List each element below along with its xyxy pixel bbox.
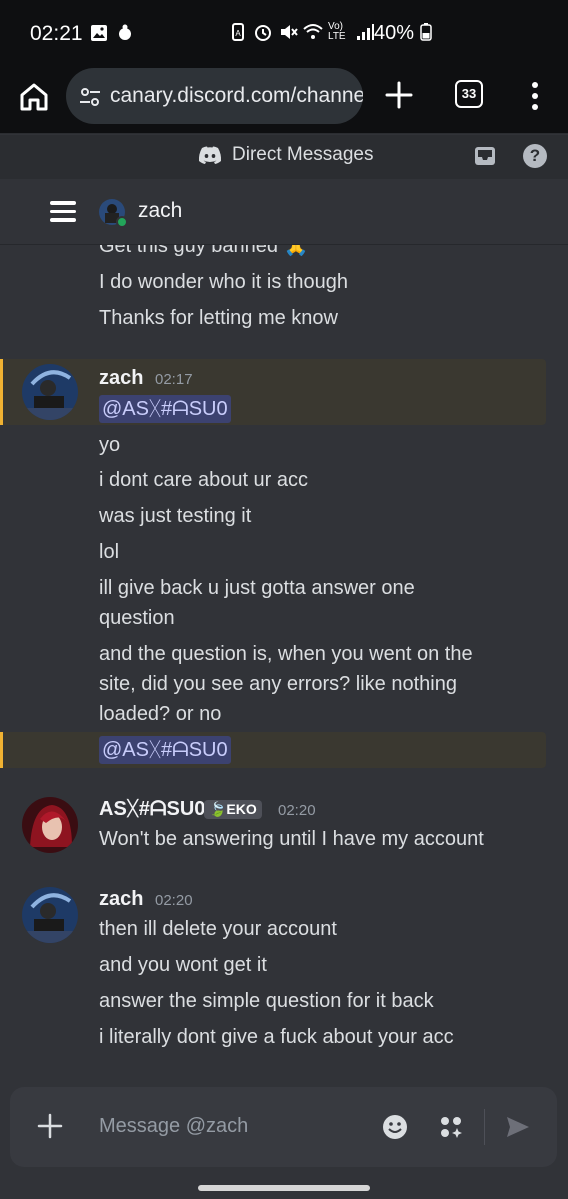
message-line: loaded? or no [99, 703, 222, 725]
battery-icon [419, 23, 432, 41]
system-icons: A Vo) LTE [228, 22, 375, 42]
signal-icon [357, 24, 374, 40]
channel-header: zach [0, 179, 568, 245]
message-line: then ill delete your account [99, 918, 337, 940]
message-line: and the question is, when you went on th… [99, 643, 473, 665]
status-bar: 02:21 A Vo) LTE 40% [0, 0, 568, 66]
message-list[interactable]: Get this guy banned 🙏 I do wonder who it… [0, 245, 568, 1085]
message-line: i dont care about ur acc [99, 469, 309, 491]
dm-title-text: Direct Messages [232, 144, 374, 165]
send-icon[interactable] [505, 1114, 531, 1140]
site-settings-icon[interactable] [78, 85, 102, 109]
channel-avatar [99, 199, 128, 228]
avatar[interactable] [22, 364, 78, 420]
message-line: Won't be answering until I have my accou… [99, 828, 484, 850]
server-tag-badge[interactable]: 🍃EKO [204, 800, 262, 819]
message-author[interactable]: ASᚷ#ᗩSU0 [99, 798, 205, 821]
message-line: site, did you see any errors? like nothi… [99, 673, 457, 695]
message-timestamp: 02:20 [278, 802, 316, 819]
battery-percent: 40% [374, 22, 432, 45]
message-line: I do wonder who it is though [99, 271, 349, 293]
mention-indicator [0, 359, 3, 425]
add-attachment-icon[interactable] [37, 1113, 63, 1139]
message-line: Get this guy banned 🙏 [99, 245, 309, 257]
mention-indicator [0, 732, 3, 768]
message-line: lol [99, 541, 120, 563]
message-line: Thanks for letting me know [99, 307, 338, 329]
tab-switcher-button[interactable]: 33 [455, 80, 483, 108]
message-line: was just testing it [99, 505, 252, 527]
message-author[interactable]: zach [99, 888, 143, 911]
message-author[interactable]: zach [99, 367, 143, 390]
message-composer: Message @zach [10, 1087, 557, 1167]
avatar[interactable] [22, 887, 78, 943]
message-timestamp: 02:20 [155, 892, 193, 909]
message-line: i literally dont give a fuck about your … [99, 1026, 454, 1048]
help-icon[interactable]: ? [523, 144, 547, 168]
discord-top-bar: Direct Messages ? [0, 135, 568, 179]
svg-text:A: A [235, 29, 241, 38]
apps-icon[interactable] [438, 1114, 464, 1140]
new-tab-icon[interactable] [384, 80, 414, 110]
inbox-icon[interactable] [473, 144, 497, 168]
notification-icons [89, 23, 135, 43]
emoji-icon[interactable] [382, 1114, 408, 1140]
dm-title: Direct Messages [198, 144, 374, 166]
mention-highlight [0, 359, 546, 425]
mute-icon [281, 25, 298, 39]
discord-logo-icon [198, 146, 222, 164]
message-input[interactable]: Message @zach [99, 1115, 248, 1138]
message-line: and you wont get it [99, 954, 267, 976]
home-icon[interactable] [18, 81, 50, 113]
channel-name: zach [138, 199, 183, 222]
message-line: ill give back u just gotta answer one [99, 577, 415, 599]
user-mention[interactable]: @ASᚷ#ᗩSU0 [99, 395, 231, 423]
message-timestamp: 02:17 [155, 371, 193, 388]
gallery-icon [91, 25, 107, 41]
browser-toolbar: canary.discord.com/channe 33 [0, 66, 568, 134]
app-notification-icon [119, 24, 131, 40]
more-options-icon[interactable] [524, 80, 546, 112]
battery-saver-icon: A [232, 23, 244, 41]
address-bar[interactable]: canary.discord.com/channe [66, 68, 363, 124]
user-mention[interactable]: @ASᚷ#ᗩSU0 [99, 736, 231, 764]
alarm-icon [255, 25, 271, 41]
wifi-icon [303, 24, 323, 39]
message-line: yo [99, 434, 121, 456]
url-text[interactable]: canary.discord.com/channe [110, 84, 363, 108]
composer-divider [484, 1109, 485, 1145]
message-line: question [99, 607, 175, 629]
mention-highlight [0, 732, 546, 768]
avatar[interactable] [22, 797, 78, 853]
hamburger-menu-icon[interactable] [50, 201, 76, 223]
volte-label: Vo) LTE [328, 21, 346, 42]
gesture-navigation-bar[interactable] [198, 1185, 370, 1191]
status-time: 02:21 [30, 22, 83, 45]
message-line: answer the simple question for it back [99, 990, 434, 1012]
